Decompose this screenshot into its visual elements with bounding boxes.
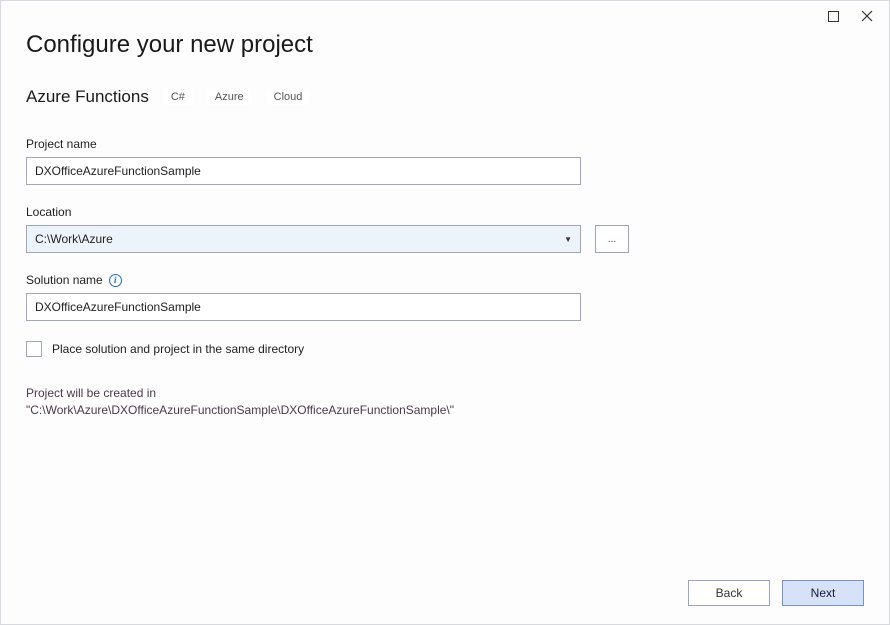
- close-icon[interactable]: [860, 9, 874, 23]
- creation-path-hint: Project will be created in "C:\Work\Azur…: [26, 385, 586, 419]
- location-combo[interactable]: C:\Work\Azure ▼: [26, 225, 581, 253]
- location-label: Location: [26, 205, 864, 219]
- location-value: C:\Work\Azure: [35, 232, 113, 246]
- next-button[interactable]: Next: [782, 580, 864, 606]
- back-button[interactable]: Back: [688, 580, 770, 606]
- solution-name-label-text: Solution name: [26, 273, 103, 287]
- tag-csharp: C#: [163, 89, 193, 105]
- info-icon[interactable]: i: [109, 274, 122, 287]
- browse-button[interactable]: ...: [595, 225, 629, 253]
- project-name-label: Project name: [26, 137, 864, 151]
- template-row: Azure Functions C# Azure Cloud: [26, 87, 864, 107]
- project-name-input[interactable]: [26, 157, 581, 185]
- chevron-down-icon: ▼: [564, 235, 572, 244]
- same-directory-row: Place solution and project in the same d…: [26, 341, 864, 357]
- dialog-window: Configure your new project Azure Functio…: [0, 0, 890, 625]
- content-area: Configure your new project Azure Functio…: [26, 31, 864, 564]
- same-directory-label: Place solution and project in the same d…: [52, 342, 304, 356]
- titlebar: [826, 1, 889, 31]
- same-directory-checkbox[interactable]: [26, 341, 42, 357]
- tag-azure: Azure: [207, 89, 252, 105]
- page-title: Configure your new project: [26, 31, 864, 59]
- location-row: C:\Work\Azure ▼ ...: [26, 225, 864, 253]
- solution-name-label: Solution name i: [26, 273, 864, 287]
- footer-buttons: Back Next: [688, 580, 864, 606]
- solution-name-input[interactable]: [26, 293, 581, 321]
- maximize-icon[interactable]: [826, 9, 840, 23]
- tag-cloud: Cloud: [266, 89, 311, 105]
- template-name: Azure Functions: [26, 87, 149, 107]
